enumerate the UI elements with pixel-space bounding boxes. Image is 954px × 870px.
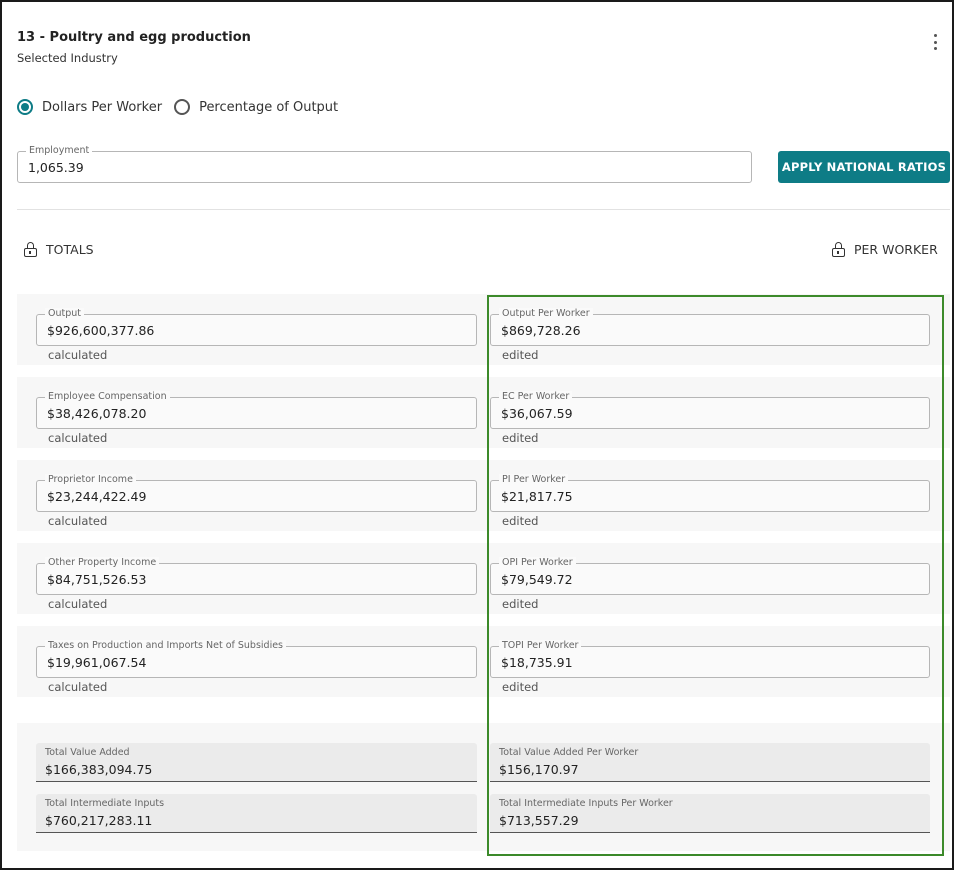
radio-dollars-per-worker[interactable]: Dollars Per Worker bbox=[17, 99, 162, 115]
page-subtitle: Selected Industry bbox=[17, 51, 118, 65]
field-label: Output bbox=[45, 308, 84, 320]
field-label: Other Property Income bbox=[45, 557, 160, 569]
total-note: calculated bbox=[48, 597, 108, 611]
total-field[interactable]: Other Property Income $84,751,526.53 bbox=[36, 557, 477, 595]
field-value: $166,383,094.75 bbox=[45, 762, 153, 777]
total-note: calculated bbox=[48, 348, 108, 362]
lock-icon bbox=[832, 242, 845, 257]
field-label: Employee Compensation bbox=[45, 391, 170, 403]
total-field[interactable]: Taxes on Production and Imports Net of S… bbox=[36, 640, 477, 678]
field-label: Taxes on Production and Imports Net of S… bbox=[45, 640, 287, 652]
total-note: calculated bbox=[48, 431, 108, 445]
field-value: $926,600,377.86 bbox=[47, 323, 155, 338]
field-label: Employment bbox=[26, 145, 93, 157]
field-label: Proprietor Income bbox=[45, 474, 136, 486]
lock-icon bbox=[24, 242, 37, 257]
field-value: $84,751,526.53 bbox=[47, 572, 147, 587]
apply-national-ratios-button[interactable]: APPLY NATIONAL RATIOS bbox=[778, 151, 950, 183]
field-value: $38,426,078.20 bbox=[47, 406, 147, 421]
radio-checked-icon bbox=[17, 99, 33, 115]
per-worker-header: PER WORKER bbox=[854, 242, 938, 257]
summary-total-field: Total Value Added $166,383,094.75 bbox=[36, 743, 477, 782]
total-note: calculated bbox=[48, 514, 108, 528]
totals-lock-toggle[interactable]: TOTALS bbox=[24, 242, 94, 257]
field-value: 1,065.39 bbox=[28, 160, 84, 175]
total-note: calculated bbox=[48, 680, 108, 694]
summary-total-field: Total Intermediate Inputs $760,217,283.11 bbox=[36, 794, 477, 833]
total-field[interactable]: Proprietor Income $23,244,422.49 bbox=[36, 474, 477, 512]
radio-label: Percentage of Output bbox=[199, 99, 339, 115]
industry-panel: 13 - Poultry and egg production Selected… bbox=[0, 0, 954, 870]
mode-radio-group: Dollars Per Worker Percentage of Output bbox=[17, 99, 350, 115]
more-options-icon[interactable] bbox=[928, 34, 942, 50]
highlight-box bbox=[487, 295, 944, 856]
radio-unchecked-icon bbox=[174, 99, 191, 115]
per-worker-lock-toggle[interactable]: PER WORKER bbox=[832, 242, 938, 257]
field-value: $23,244,422.49 bbox=[47, 489, 147, 504]
radio-percentage-of-output[interactable]: Percentage of Output bbox=[174, 99, 338, 115]
divider bbox=[17, 209, 950, 210]
totals-header: TOTALS bbox=[46, 242, 94, 257]
field-value: $19,961,067.54 bbox=[47, 655, 147, 670]
field-label: Total Value Added bbox=[45, 747, 130, 758]
total-field[interactable]: Output $926,600,377.86 bbox=[36, 308, 477, 346]
radio-label: Dollars Per Worker bbox=[42, 99, 163, 115]
employment-field[interactable]: Employment 1,065.39 bbox=[17, 145, 752, 183]
field-label: Total Intermediate Inputs bbox=[45, 798, 165, 809]
page-title: 13 - Poultry and egg production bbox=[17, 30, 251, 45]
total-field[interactable]: Employee Compensation $38,426,078.20 bbox=[36, 391, 477, 429]
field-value: $760,217,283.11 bbox=[45, 813, 153, 828]
